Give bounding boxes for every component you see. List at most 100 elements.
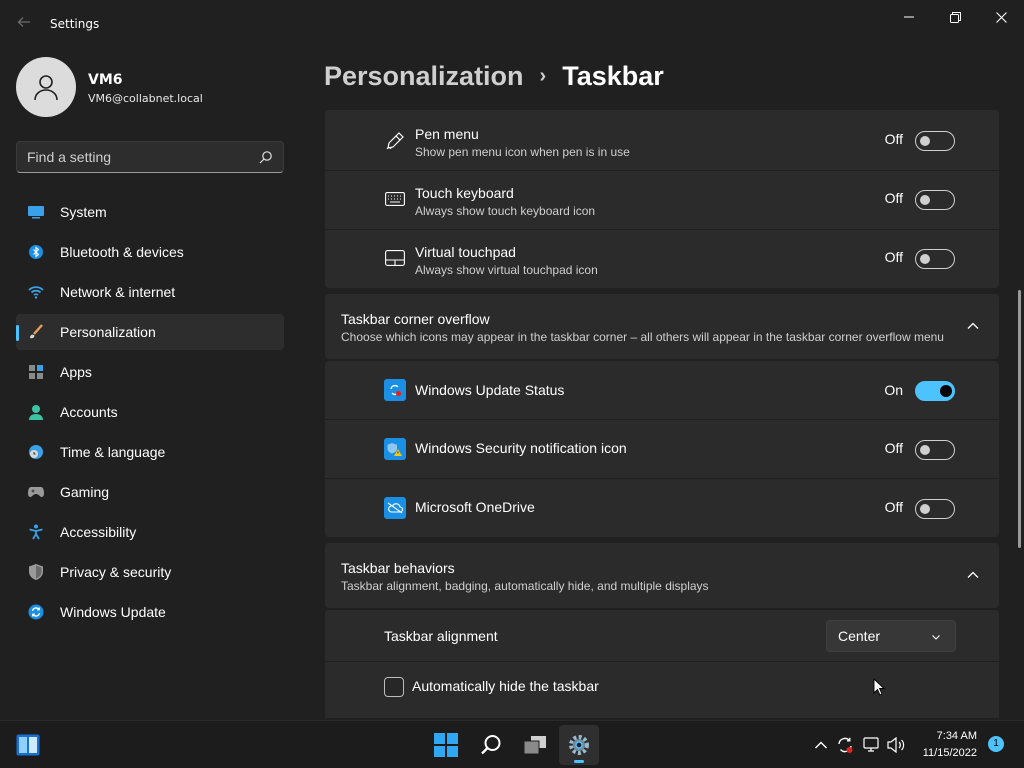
taskbar: 7:34 AM 11/15/2022 <box>0 720 1024 768</box>
taskbar-behaviors-subtitle: Taskbar alignment, badging, automaticall… <box>341 579 709 593</box>
search-box[interactable] <box>16 141 284 173</box>
sidebar-item-network[interactable]: Network & internet <box>16 274 284 310</box>
sidebar-item-bluetooth[interactable]: Bluetooth & devices <box>16 234 284 270</box>
sidebar-item-apps[interactable]: Apps <box>16 354 284 390</box>
sidebar-item-personalization[interactable]: Personalization <box>16 314 284 350</box>
sidebar-item-label: System <box>60 204 107 220</box>
virtual-touchpad-toggle[interactable] <box>915 249 955 269</box>
minimize-icon <box>904 16 914 18</box>
tray-network[interactable] <box>862 735 882 755</box>
gamepad-icon <box>28 484 44 500</box>
accessibility-icon <box>28 524 44 540</box>
dropdown-value: Center <box>838 628 881 644</box>
restore-button[interactable] <box>932 4 978 30</box>
sidebar-item-system[interactable]: System <box>16 194 284 230</box>
onedrive-toggle[interactable] <box>915 499 955 519</box>
toggle-state-label: Off <box>884 440 903 456</box>
pen-icon <box>384 130 406 152</box>
sidebar-item-label: Bluetooth & devices <box>60 244 184 260</box>
minimize-button[interactable] <box>886 4 932 30</box>
touch-keyboard-title: Touch keyboard <box>415 185 514 201</box>
sidebar-item-accessibility[interactable]: Accessibility <box>16 514 284 550</box>
pen-menu-row: Pen menu Show pen menu icon when pen is … <box>325 110 999 169</box>
corner-overflow-subtitle: Choose which icons may appear in the tas… <box>341 330 944 344</box>
windows-security-toggle[interactable] <box>915 440 955 460</box>
autohide-checkbox[interactable] <box>384 677 404 697</box>
mouse-cursor-icon <box>873 678 885 696</box>
autohide-label: Automatically hide the taskbar <box>412 678 599 694</box>
pen-menu-toggle[interactable] <box>915 131 955 151</box>
corner-overflow-items: Windows Update Status On Windows Securit… <box>325 361 999 537</box>
sidebar-item-label: Network & internet <box>60 284 176 300</box>
sidebar-nav: System Bluetooth & devices Network & int… <box>16 194 284 634</box>
touch-keyboard-toggle[interactable] <box>915 190 955 210</box>
profile-email: VM6@collabnet.local <box>88 92 203 105</box>
chevron-up-icon[interactable] <box>965 318 981 334</box>
windows-update-status-row: Windows Update Status On <box>325 361 999 419</box>
breadcrumb-parent[interactable]: Personalization <box>324 61 524 92</box>
sidebar-item-label: Apps <box>60 364 92 380</box>
settings-content: Pen menu Show pen menu icon when pen is … <box>324 106 1000 718</box>
onedrive-title: Microsoft OneDrive <box>415 499 535 515</box>
windows-update-status-icon <box>384 379 406 401</box>
settings-icon <box>569 735 589 755</box>
windows-security-icon <box>384 438 406 460</box>
scrollbar-thumb[interactable] <box>1018 290 1021 548</box>
sidebar-item-time-language[interactable]: Time & language <box>16 434 284 470</box>
globe-clock-icon <box>28 444 44 460</box>
breadcrumb: Personalization › Taskbar <box>324 58 664 94</box>
widgets-button[interactable] <box>8 725 48 765</box>
sidebar-item-privacy-security[interactable]: Privacy & security <box>16 554 284 590</box>
close-button[interactable] <box>978 4 1024 30</box>
accounts-icon <box>28 404 44 420</box>
start-button[interactable] <box>426 725 466 765</box>
taskbar-behaviors-header[interactable]: Taskbar behaviors Taskbar alignment, bad… <box>325 543 999 608</box>
autohide-row[interactable]: Automatically hide the taskbar <box>325 662 999 712</box>
chevron-up-icon <box>815 741 827 749</box>
notification-badge[interactable]: 1 <box>988 736 1004 752</box>
sidebar-item-label: Gaming <box>60 484 110 500</box>
windows-security-row: Windows Security notification icon Off <box>325 420 999 478</box>
sidebar-item-gaming[interactable]: Gaming <box>16 474 284 510</box>
show-hidden-icons-button[interactable] <box>811 735 831 755</box>
windows-widgets-icon <box>16 734 40 756</box>
task-view-button[interactable] <box>515 725 555 765</box>
sidebar-item-label: Privacy & security <box>60 564 172 580</box>
sidebar-item-accounts[interactable]: Accounts <box>16 394 284 430</box>
sidebar-item-label: Personalization <box>60 324 156 340</box>
taskbar-corner-icons-card: Pen menu Show pen menu icon when pen is … <box>325 110 999 288</box>
apps-icon <box>28 364 44 380</box>
toggle-state-label: Off <box>884 499 903 515</box>
sidebar-item-label: Accessibility <box>60 524 137 540</box>
bluetooth-icon <box>28 244 44 260</box>
chevron-up-icon[interactable] <box>965 567 981 583</box>
virtual-touchpad-title: Virtual touchpad <box>415 244 516 260</box>
toggle-state-label: Off <box>884 131 903 147</box>
back-arrow-icon <box>17 17 30 27</box>
update-status-icon <box>838 737 853 753</box>
update-icon <box>28 604 44 620</box>
tray-volume[interactable] <box>887 735 907 755</box>
taskbar-behaviors-items: Taskbar alignment Center Automatically h… <box>325 610 999 718</box>
sidebar-item-label: Accounts <box>60 404 118 420</box>
taskbar-clock-date[interactable]: 11/15/2022 <box>923 747 977 759</box>
taskbar-search-button[interactable] <box>471 725 511 765</box>
taskbar-clock-time[interactable]: 7:34 AM <box>937 730 977 742</box>
windows-update-status-toggle[interactable] <box>915 381 955 401</box>
tray-update-status[interactable] <box>835 735 855 755</box>
onedrive-icon <box>384 497 406 519</box>
avatar[interactable] <box>16 57 76 117</box>
keyboard-icon <box>384 188 406 210</box>
back-button[interactable] <box>12 12 36 36</box>
brush-icon <box>28 324 44 340</box>
virtual-touchpad-subtitle: Always show virtual touchpad icon <box>415 263 598 277</box>
touch-keyboard-subtitle: Always show touch keyboard icon <box>415 204 596 218</box>
taskbar-alignment-dropdown[interactable]: Center <box>826 620 956 652</box>
restore-icon <box>949 11 961 23</box>
settings-app-button[interactable] <box>559 725 599 765</box>
sidebar-item-windows-update[interactable]: Windows Update <box>16 594 284 630</box>
onedrive-row: Microsoft OneDrive Off <box>325 479 999 537</box>
network-icon <box>863 737 879 752</box>
search-input[interactable] <box>27 149 247 165</box>
corner-overflow-header[interactable]: Taskbar corner overflow Choose which ico… <box>325 294 999 359</box>
